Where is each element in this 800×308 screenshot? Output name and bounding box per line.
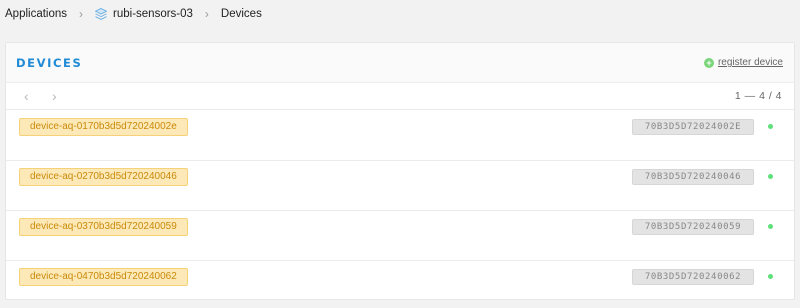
register-device-label: register device: [717, 57, 783, 68]
device-eui: 70B3D5D72024002E: [632, 119, 754, 135]
chevron-right-icon: ›: [79, 7, 84, 21]
page-count: 1 — 4 / 4: [734, 90, 782, 102]
device-row[interactable]: device-aq-0270b3d5d720240046 70B3D5D7202…: [6, 161, 794, 211]
breadcrumb-app-label: rubi-sensors-03: [113, 8, 193, 20]
card-header: DEVICES + register device: [6, 43, 794, 83]
chevron-right-icon: ›: [204, 7, 209, 21]
stack-icon: [95, 7, 108, 20]
device-row[interactable]: device-aq-0370b3d5d720240059 70B3D5D7202…: [6, 211, 794, 261]
device-id-tag[interactable]: device-aq-0270b3d5d720240046: [19, 168, 188, 186]
device-eui: 70B3D5D720240046: [632, 169, 754, 185]
status-dot-icon: [768, 274, 773, 279]
breadcrumb-devices: Devices: [220, 8, 262, 20]
device-id-tag[interactable]: device-aq-0370b3d5d720240059: [19, 218, 188, 236]
status-dot-icon: [768, 124, 773, 129]
device-row[interactable]: device-aq-0170b3d5d72024002e 70B3D5D7202…: [6, 111, 794, 161]
status-dot-icon: [768, 174, 773, 179]
device-row[interactable]: device-aq-0470b3d5d720240062 70B3D5D7202…: [6, 261, 794, 308]
register-device-button[interactable]: + register device: [703, 57, 783, 68]
chevron-left-icon[interactable]: ‹: [24, 88, 38, 104]
card-title: DEVICES: [16, 55, 83, 70]
devices-card: DEVICES + register device ‹ › 1 — 4 / 4 …: [5, 42, 795, 300]
device-id-tag[interactable]: device-aq-0170b3d5d72024002e: [19, 118, 188, 136]
chevron-right-icon[interactable]: ›: [52, 88, 66, 104]
device-id-tag[interactable]: device-aq-0470b3d5d720240062: [19, 268, 188, 286]
breadcrumb: Applications › rubi-sensors-03 › Devices: [0, 0, 800, 28]
plus-icon: +: [703, 57, 714, 68]
status-dot-icon: [768, 224, 773, 229]
device-eui: 70B3D5D720240059: [632, 219, 754, 235]
device-eui: 70B3D5D720240062: [632, 269, 754, 285]
breadcrumb-app[interactable]: rubi-sensors-03: [95, 7, 193, 21]
pagination-bar: ‹ › 1 — 4 / 4: [6, 83, 794, 110]
breadcrumb-applications[interactable]: Applications: [5, 8, 67, 20]
